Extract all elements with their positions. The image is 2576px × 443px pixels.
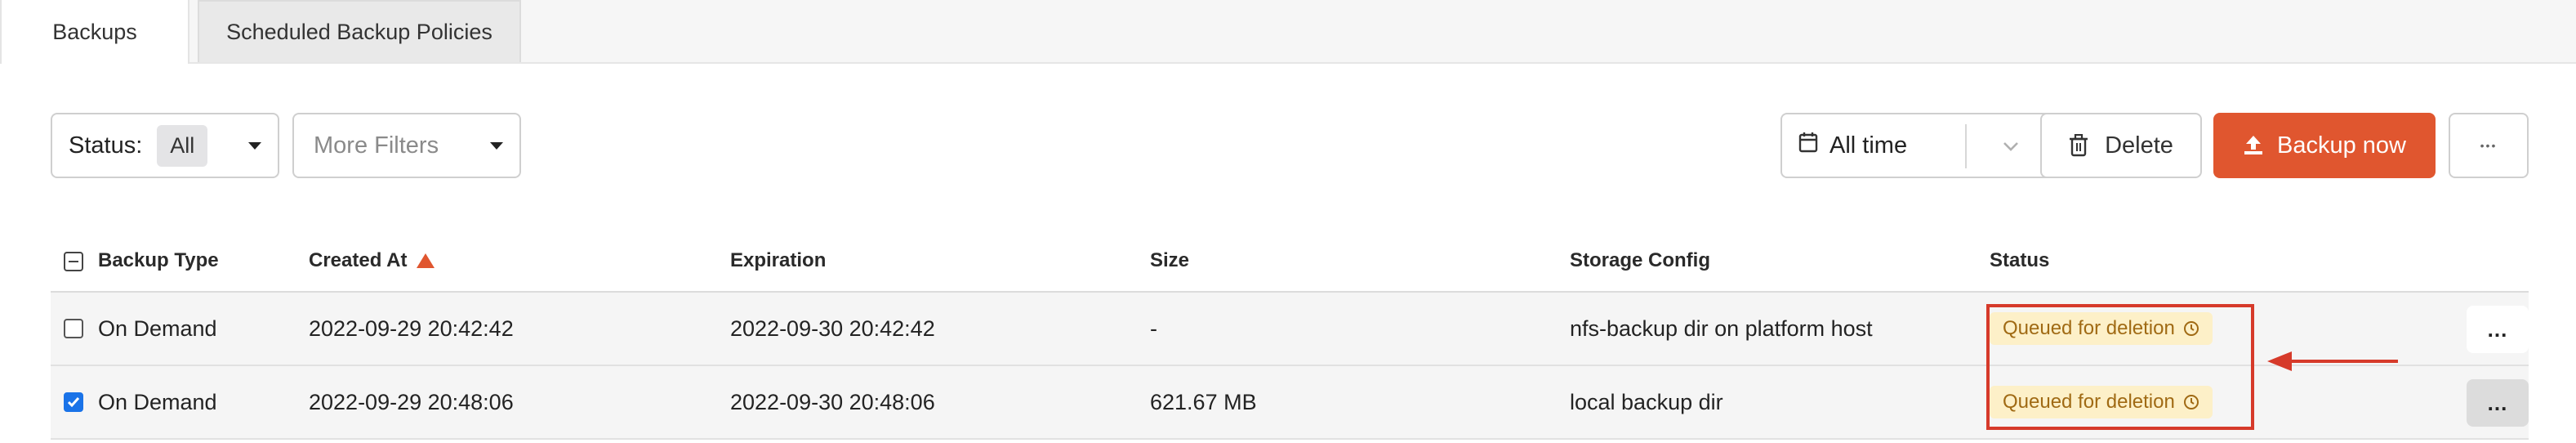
tab-backups-label: Backups (52, 19, 137, 44)
backup-type-cell: On Demand (98, 389, 217, 414)
more-actions-button[interactable]: ••• (2449, 113, 2529, 178)
created-at-cell: 2022-09-29 20:42:42 (309, 315, 514, 341)
row-actions-button[interactable]: ... (2467, 306, 2529, 353)
row-actions-label: ... (2487, 316, 2508, 342)
trash-icon (2069, 134, 2088, 157)
status-filter-label: Status: (69, 132, 143, 159)
caret-down-icon (248, 142, 261, 150)
tab-scheduled-backup-policies-label: Scheduled Backup Policies (226, 19, 492, 44)
row-checkbox[interactable] (64, 392, 83, 412)
backup-now-button[interactable]: Backup now (2213, 113, 2436, 178)
backup-now-label: Backup now (2277, 132, 2406, 159)
storage-config-cell: local backup dir (1570, 389, 1723, 414)
more-filters-placeholder: More Filters (314, 132, 439, 159)
caret-down-icon (490, 142, 503, 150)
storage-config-cell: nfs-backup dir on platform host (1570, 315, 1873, 341)
column-label: Storage Config (1570, 249, 1710, 271)
status-filter-value: All (157, 124, 208, 167)
arrow-left-icon (2267, 347, 2400, 380)
expiration-cell: 2022-09-30 20:48:06 (730, 389, 935, 414)
column-header-created-at[interactable]: Created At (309, 230, 435, 291)
column-label: Backup Type (98, 249, 219, 271)
row-checkbox[interactable] (64, 319, 83, 338)
tab-backups[interactable]: Backups (0, 0, 189, 64)
status-filter-dropdown[interactable]: Status: All (51, 113, 279, 178)
column-label: Size (1150, 249, 1190, 271)
size-cell: 621.67 MB (1150, 389, 1257, 414)
time-range-value: All time (1829, 132, 1908, 159)
upload-icon (2243, 135, 2264, 156)
select-all-checkbox[interactable] (64, 252, 83, 271)
column-label: Expiration (730, 249, 827, 271)
backup-type-cell: On Demand (98, 315, 217, 341)
tab-bar: Backups Scheduled Backup Policies (0, 0, 2576, 64)
sort-ascending-icon[interactable] (417, 253, 435, 268)
created-at-cell: 2022-09-29 20:48:06 (309, 389, 514, 414)
delete-button[interactable]: Delete (2040, 113, 2202, 178)
column-label: Created At (309, 249, 408, 271)
row-actions-button[interactable]: ... (2467, 379, 2529, 427)
divider (1965, 124, 1967, 168)
column-header-size[interactable]: Size (1150, 230, 1189, 291)
more-actions-label: ••• (2480, 139, 2498, 152)
column-header-backup-type[interactable]: Backup Type (98, 230, 219, 291)
column-header-storage-config[interactable]: Storage Config (1570, 230, 1710, 291)
time-range-dropdown[interactable]: All time (1780, 113, 2071, 178)
expiration-cell: 2022-09-30 20:42:42 (730, 315, 935, 341)
calendar-icon (1798, 132, 1818, 159)
chevron-down-icon[interactable] (2001, 136, 2021, 163)
delete-button-label: Delete (2105, 132, 2173, 159)
column-header-expiration[interactable]: Expiration (730, 230, 826, 291)
tab-scheduled-backup-policies[interactable]: Scheduled Backup Policies (198, 0, 521, 62)
column-header-status[interactable]: Status (1990, 230, 2049, 291)
more-filters-dropdown[interactable]: More Filters (292, 113, 521, 178)
size-cell: - (1150, 315, 1157, 341)
row-actions-label: ... (2487, 390, 2508, 415)
annotation-highlight-box (1986, 304, 2254, 430)
column-label: Status (1990, 249, 2050, 271)
table-header: Backup Type Created At Expiration Size S… (51, 230, 2529, 293)
